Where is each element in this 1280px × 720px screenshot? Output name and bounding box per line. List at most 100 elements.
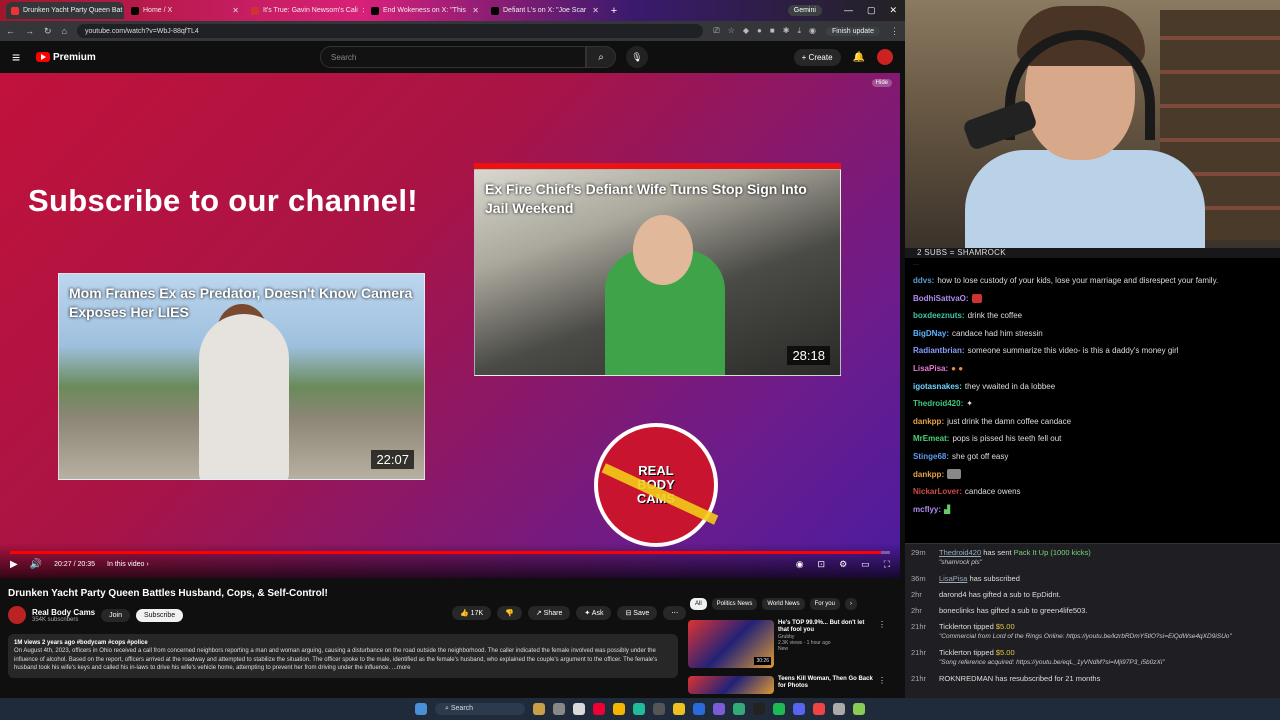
endscreen-video-card[interactable]: Mom Frames Ex as Predator, Doesn't Know … [58, 273, 425, 480]
chat-username[interactable]: ddvs: [913, 276, 934, 285]
dislike-button[interactable]: 👎 [497, 606, 522, 620]
share-button[interactable]: ↗ Share [527, 606, 571, 620]
download-icon[interactable]: ⤓ [797, 26, 801, 36]
app-icon[interactable] [753, 703, 765, 715]
notifications-bell-icon[interactable]: 🔔 [853, 52, 865, 63]
progress-bar[interactable] [10, 551, 890, 554]
chip-for-you[interactable]: For you [809, 598, 840, 610]
chat-username[interactable]: MrEmeat: [913, 434, 949, 443]
ask-button[interactable]: ✦ Ask [576, 606, 612, 620]
channel-logo-badge[interactable]: REAL BODY CAMS [594, 423, 719, 547]
extension-icon[interactable]: ● [757, 26, 762, 36]
chat-username[interactable]: dankpp: [913, 470, 944, 479]
create-button[interactable]: + Create [793, 48, 841, 66]
app-icon[interactable] [853, 703, 865, 715]
event-user[interactable]: LisaPisa [939, 574, 967, 583]
extension-icon[interactable]: ■ [770, 26, 775, 36]
chat-username[interactable]: mcflyy: [913, 505, 941, 514]
app-icon[interactable] [593, 703, 605, 715]
channel-name[interactable]: Real Body Cams [32, 608, 95, 617]
chat-username[interactable]: BigDNay: [913, 329, 949, 338]
puzzle-icon[interactable]: ✱ [783, 26, 790, 36]
back-icon[interactable]: ← [6, 26, 15, 36]
taskbar-search[interactable]: ⌕ Search [435, 703, 525, 715]
chat-username[interactable]: boxdeeznuts: [913, 311, 965, 320]
fullscreen-icon[interactable]: ⛶ [884, 559, 890, 570]
profile-icon[interactable]: ◉ [809, 26, 816, 36]
app-icon[interactable] [653, 703, 665, 715]
subscribe-button[interactable]: Subscribe [135, 608, 184, 622]
home-icon[interactable]: ⌂ [62, 26, 67, 36]
gemini-button[interactable]: Gemini [787, 5, 822, 16]
close-tab-icon[interactable]: ✕ [232, 6, 239, 15]
event-user[interactable]: Ticklerton [939, 648, 971, 657]
extension-icon[interactable]: ◆ [743, 26, 749, 36]
reload-icon[interactable]: ↻ [44, 26, 52, 37]
endscreen-video-card[interactable]: Ex Fire Chief's Defiant Wife Turns Stop … [474, 169, 841, 376]
miniplayer-icon[interactable]: ▭ [861, 559, 870, 570]
event-user[interactable]: Ticklerton [939, 622, 971, 631]
join-button[interactable]: Join [101, 608, 130, 622]
maximize-icon[interactable]: ▢ [867, 5, 876, 16]
app-icon[interactable] [553, 703, 565, 715]
app-icon[interactable] [693, 703, 705, 715]
new-tab-button[interactable]: + [606, 5, 622, 17]
chat-username[interactable]: dankpp: [913, 417, 944, 426]
video-player[interactable]: Hide Subscribe to our channel! Mom Frame… [0, 73, 900, 578]
spotify-icon[interactable] [773, 703, 785, 715]
browser-tab[interactable]: Defiant L's on X: "Joe Scar ✕ [486, 2, 604, 19]
rec-menu-icon[interactable]: ⋮ [878, 620, 886, 668]
chips-next-arrow-icon[interactable]: › [844, 598, 857, 610]
play-icon[interactable]: ▶ [10, 559, 18, 570]
hide-endscreen-button[interactable]: Hide [871, 79, 892, 87]
event-user[interactable]: boneclinks [939, 606, 974, 615]
event-user[interactable]: Thedroid420 [939, 548, 981, 557]
close-tab-icon[interactable]: ✕ [472, 6, 479, 15]
browser-tab[interactable]: It's True: Gavin Newsom's Cali ✕ [246, 2, 364, 19]
chat-username[interactable]: NickarLover: [913, 487, 962, 496]
bookmark-star-icon[interactable]: ☆ [728, 26, 735, 36]
description-box[interactable]: 1M views 2 years ago #bodycam #cops #pol… [8, 634, 678, 678]
close-window-icon[interactable]: ✕ [889, 5, 897, 16]
event-user[interactable]: ROKNREDMAN [939, 674, 993, 683]
chat-username[interactable]: BodhiSattvaO: [913, 294, 969, 303]
app-icon[interactable] [813, 703, 825, 715]
captions-icon[interactable]: ⊡ [818, 559, 826, 570]
app-icon[interactable] [633, 703, 645, 715]
event-user[interactable]: darond4 [939, 590, 967, 599]
chip-world-news[interactable]: World News [762, 598, 805, 610]
close-tab-icon[interactable]: ✕ [592, 6, 599, 15]
browser-tab[interactable]: End Wokeness on X: "This ✕ [366, 2, 484, 19]
browser-tab[interactable]: Drunken Yacht Party Queen Bat✕ [6, 2, 124, 19]
save-button[interactable]: ⊟ Save [617, 606, 658, 620]
autoplay-toggle-icon[interactable]: ◉ [796, 559, 804, 570]
app-icon[interactable] [833, 703, 845, 715]
folder-icon[interactable] [673, 703, 685, 715]
chip-all[interactable]: All [690, 598, 707, 610]
cast-icon[interactable]: ⎚ [713, 26, 719, 36]
discord-icon[interactable] [793, 703, 805, 715]
chat-username[interactable]: Stinge68: [913, 452, 949, 461]
app-icon[interactable] [533, 703, 545, 715]
hamburger-menu-icon[interactable]: ≡ [12, 49, 36, 65]
chat-username[interactable]: Thedroid420: [913, 399, 963, 408]
more-actions-button[interactable]: ⋯ [663, 606, 687, 620]
recommended-video[interactable]: Teens Kill Woman, Then Go Back for Photo… [688, 676, 886, 694]
finish-update-button[interactable]: Finish update [825, 26, 880, 36]
minimize-icon[interactable]: — [844, 5, 853, 16]
app-icon[interactable] [713, 703, 725, 715]
chrome-icon[interactable] [613, 703, 625, 715]
close-tab-icon[interactable]: ✕ [362, 6, 364, 15]
rec-menu-icon[interactable]: ⋮ [878, 676, 886, 694]
volume-icon[interactable]: 🔊 [30, 559, 42, 570]
voice-search-button[interactable]: 🎙 [626, 46, 648, 68]
browser-tab[interactable]: Home / X ✕ [126, 2, 244, 19]
search-button[interactable]: ⌕ [586, 46, 616, 68]
chip-politics-news[interactable]: Politics News [711, 598, 758, 610]
youtube-logo[interactable]: Premium [36, 52, 286, 63]
app-icon[interactable] [733, 703, 745, 715]
like-button[interactable]: 👍 17K [452, 606, 492, 620]
chat-username[interactable]: LisaPisa: [913, 364, 948, 373]
url-field[interactable]: youtube.com/watch?v=WbJ-88qfTL4 [76, 24, 704, 38]
recommended-video[interactable]: 30:26 He's TOP 99.9%... But don't let th… [688, 620, 886, 668]
